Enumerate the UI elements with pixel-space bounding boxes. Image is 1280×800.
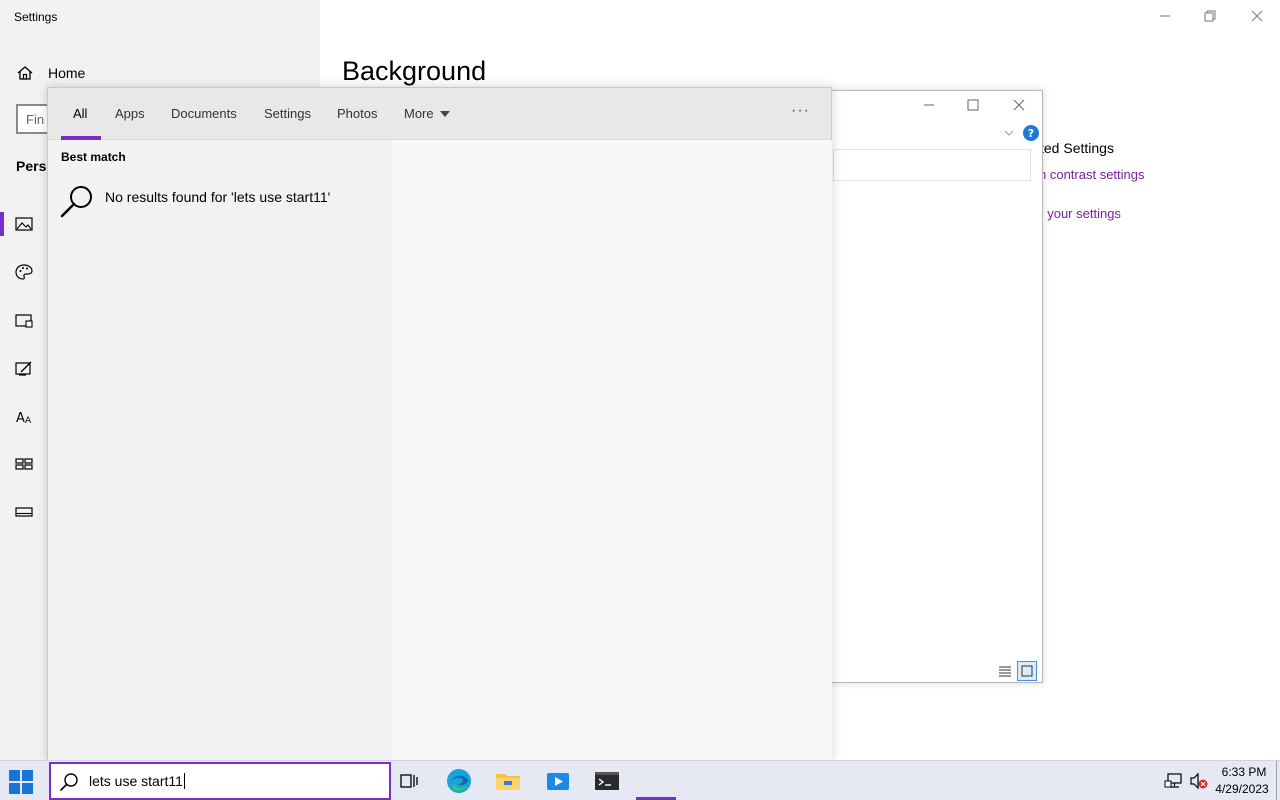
windows-logo-icon — [9, 770, 33, 794]
result-preview-pane — [392, 140, 832, 760]
sidebar-item-start-icon[interactable] — [14, 454, 34, 474]
dialog-minimize-button[interactable] — [919, 95, 939, 115]
more-options-button[interactable]: ··· — [791, 102, 810, 120]
chevron-down-icon — [1004, 130, 1014, 136]
file-explorer-button[interactable] — [494, 767, 522, 795]
folder-icon — [496, 774, 520, 790]
dialog-window: ? — [830, 90, 1043, 683]
sidebar-item-lock-screen-icon[interactable] — [14, 311, 34, 331]
caret-down-icon — [439, 110, 450, 117]
maximize-icon — [967, 99, 979, 111]
tab-photos[interactable]: Photos — [337, 106, 377, 121]
sidebar-item-fonts-icon[interactable]: A A — [14, 407, 34, 427]
minimize-icon — [1160, 15, 1170, 17]
edge-icon — [447, 769, 471, 793]
start-button[interactable] — [6, 767, 36, 797]
sync-settings-link[interactable]: ; your settings — [1040, 206, 1121, 221]
media-player-icon — [547, 773, 569, 790]
sidebar-selected-indicator — [0, 212, 4, 236]
tab-settings[interactable]: Settings — [264, 106, 311, 121]
page-title: Background — [342, 56, 487, 86]
clock-time[interactable]: 6:33 PM — [1218, 765, 1270, 779]
clock-date[interactable]: 4/29/2023 — [1214, 782, 1270, 796]
results-list-pane — [48, 140, 392, 760]
help-icon: ? — [1023, 125, 1039, 141]
settings-minimize-button[interactable] — [1155, 6, 1175, 26]
tile-view-icon — [1021, 665, 1033, 677]
list-view-icon — [999, 666, 1011, 677]
svg-text:A: A — [25, 416, 32, 426]
search-icon — [60, 773, 78, 791]
tab-all[interactable]: All — [73, 106, 87, 121]
edge-browser-button[interactable] — [445, 767, 473, 795]
search-query-text[interactable]: lets use start11 — [89, 773, 185, 789]
tab-apps[interactable]: Apps — [115, 106, 145, 121]
sidebar-item-taskbar-icon[interactable] — [14, 502, 34, 522]
window-title: Settings — [14, 10, 58, 24]
sidebar-item-themes-icon[interactable] — [14, 359, 34, 379]
show-desktop-button[interactable] — [1276, 761, 1277, 800]
home-icon — [17, 66, 33, 80]
settings-restore-button[interactable] — [1200, 6, 1220, 26]
search-query-value: lets use start11 — [89, 773, 183, 789]
terminal-button[interactable] — [593, 767, 621, 795]
search-tab-bar: All Apps Documents Settings Photos More … — [48, 88, 831, 140]
task-view-icon — [400, 774, 418, 788]
svg-text:?: ? — [1028, 127, 1034, 140]
network-icon[interactable] — [1164, 772, 1184, 790]
close-icon — [1013, 99, 1025, 111]
dialog-maximize-button[interactable] — [963, 95, 983, 115]
tab-more[interactable]: More — [404, 106, 450, 121]
large-icons-view-button[interactable] — [1017, 661, 1037, 681]
dialog-help-button[interactable]: ? — [1021, 123, 1041, 143]
minimize-icon — [924, 104, 934, 106]
no-results-message: No results found for 'lets use start11' — [105, 189, 331, 205]
tab-documents[interactable]: Documents — [171, 106, 237, 121]
sidebar-home-label: Home — [48, 65, 86, 81]
volume-muted-icon[interactable] — [1189, 772, 1209, 790]
media-player-button[interactable] — [544, 767, 572, 795]
task-view-button[interactable] — [395, 767, 423, 795]
settings-close-button[interactable] — [1247, 6, 1267, 26]
sidebar-item-background-icon[interactable] — [14, 214, 34, 234]
terminal-icon — [595, 772, 619, 790]
high-contrast-settings-link[interactable]: n contrast settings — [1039, 167, 1145, 182]
search-icon — [60, 186, 92, 218]
sidebar-item-colors-icon[interactable] — [14, 262, 34, 282]
close-icon — [1251, 10, 1263, 22]
text-caret — [183, 773, 185, 789]
taskbar: lets use start11 6:33 PM 4/29/2023 — [0, 760, 1280, 800]
dialog-address-field[interactable] — [833, 149, 1031, 181]
details-view-button[interactable] — [995, 661, 1015, 681]
dialog-close-button[interactable] — [1009, 95, 1029, 115]
tab-more-label: More — [404, 106, 434, 121]
restore-icon — [1204, 10, 1216, 22]
dialog-expand-button[interactable] — [999, 123, 1019, 143]
best-match-heading: Best match — [61, 150, 126, 164]
sidebar-item-home[interactable]: Home — [16, 62, 85, 84]
related-settings-heading: ted Settings — [1040, 140, 1114, 156]
search-flyout: All Apps Documents Settings Photos More … — [47, 87, 832, 760]
svg-text:A: A — [16, 411, 25, 426]
taskbar-search-box[interactable]: lets use start11 — [49, 762, 391, 800]
